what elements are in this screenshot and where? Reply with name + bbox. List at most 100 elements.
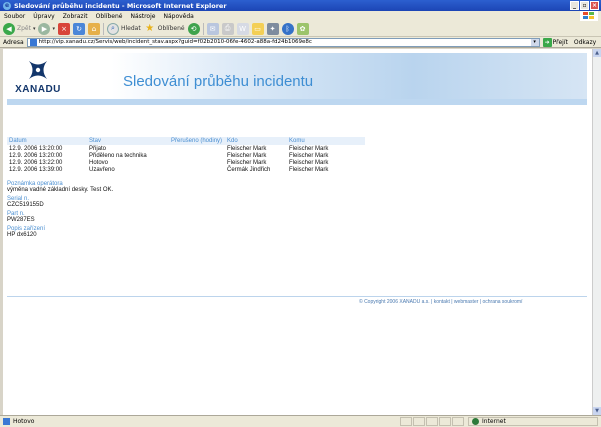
chevron-down-icon: ▾ [32, 25, 36, 32]
refresh-icon[interactable]: ↻ [73, 22, 85, 35]
messenger-icon[interactable]: ✦ [266, 22, 279, 35]
detail-value-note: výměna vadné základní desky. Test OK. [7, 187, 114, 193]
minimize-button[interactable]: _ [570, 1, 579, 10]
status-panels [400, 417, 464, 426]
forward-button[interactable]: ▶ ▾ [38, 22, 55, 35]
incident-table: Datum Stav Přerušeno (hodiny) Kdo Komu 1… [7, 137, 365, 173]
cell-kdo: Fleischer Mark [227, 152, 267, 159]
globe-icon [472, 418, 479, 425]
cell-kdo: Fleischer Mark [227, 159, 267, 166]
logo-text: XANADU [15, 84, 61, 95]
favorites-button[interactable]: ★ Oblíbené [144, 23, 185, 35]
footer-divider [7, 296, 587, 297]
plugin-icon[interactable]: ✿ [296, 22, 309, 35]
cell-stav: Přijato [89, 145, 107, 152]
address-url: http://vip.xanadu.cz/Servis/web/incident… [38, 39, 312, 45]
maximize-button[interactable]: ▫ [580, 1, 589, 10]
chevron-down-icon: ▾ [52, 25, 55, 32]
ie-logo-icon: e [3, 1, 11, 10]
cell-preruseno [169, 145, 225, 152]
cell-komu: Fleischer Mark [289, 159, 329, 166]
cell-stav: Hotovo [89, 159, 109, 166]
bluetooth-icon[interactable]: ᛒ [281, 22, 294, 35]
menu-item-oblibene[interactable]: Oblíbené [96, 13, 123, 20]
back-button[interactable]: ◀ Zpět ▾ [3, 22, 36, 35]
links-button[interactable]: Odkazy [574, 39, 596, 46]
status-panel [400, 417, 412, 426]
incident-details: Poznámka operátora výměna vadné základní… [7, 181, 113, 241]
header-divider [7, 99, 587, 105]
cell-preruseno [169, 166, 225, 173]
windows-logo-icon [580, 11, 598, 21]
cell-komu: Fleischer Mark [289, 152, 329, 159]
page-footer[interactable]: © Copyright 2006 XANADU a.s. | kontakt |… [359, 299, 522, 305]
detail-value-serial: CZC519155D [7, 202, 44, 208]
table-header-row: Datum Stav Přerušeno (hodiny) Kdo Komu [7, 137, 365, 145]
print-icon[interactable]: ⎙ [221, 22, 234, 35]
cell-datum: 12.9. 2006 13:39:00 [9, 166, 63, 173]
star-icon: ★ [145, 23, 155, 34]
address-input[interactable]: http://vip.xanadu.cz/Servis/web/incident… [26, 37, 540, 47]
page-header: XANADU Sledování průběhu incidentu [7, 53, 587, 105]
page-title: Sledování průběhu incidentu [123, 73, 314, 90]
toolbar-separator [103, 22, 104, 35]
status-panel [439, 417, 451, 426]
folder-icon[interactable]: ▭ [251, 22, 264, 35]
column-header-preruseno: Přerušeno (hodiny) [169, 137, 225, 145]
vertical-scrollbar[interactable]: ▲ ▼ [592, 49, 601, 415]
menu-item-upravy[interactable]: Úpravy [33, 13, 54, 20]
detail-value-part: PW287ES [7, 217, 35, 223]
menu-bar: Soubor Úpravy Zobrazit Oblíbené Nástroje… [0, 11, 601, 21]
column-header-komu: Komu [287, 137, 365, 145]
status-text: Hotovo [13, 418, 35, 425]
edit-icon[interactable]: W [236, 22, 249, 35]
cell-komu: Fleischer Mark [289, 145, 329, 152]
search-button[interactable]: ⌕ Hledat [107, 22, 141, 35]
table-row: 12.9. 2006 13:20:00 Přiděleno na technik… [7, 152, 365, 159]
menu-item-soubor[interactable]: Soubor [4, 13, 25, 20]
close-button[interactable]: × [590, 1, 599, 10]
column-header-datum: Datum [7, 137, 87, 145]
menu-item-nastroje[interactable]: Nástroje [130, 13, 155, 20]
address-bar: Adresa http://vip.xanadu.cz/Servis/web/i… [0, 37, 601, 48]
cell-datum: 12.9. 2006 13:20:00 [9, 145, 63, 152]
scroll-down-icon[interactable]: ▼ [593, 407, 601, 415]
table-row: 12.9. 2006 13:20:00 Přijato Fleischer Ma… [7, 145, 365, 152]
cell-stav: Uzavřeno [89, 166, 115, 173]
back-label: Zpět [17, 25, 31, 32]
page-icon [29, 38, 37, 46]
xanadu-logo: XANADU [13, 59, 63, 101]
table-row: 12.9. 2006 13:22:00 Hotovo Fleischer Mar… [7, 159, 365, 166]
menu-item-zobrazit[interactable]: Zobrazit [63, 13, 88, 20]
scroll-up-icon[interactable]: ▲ [593, 49, 601, 57]
cell-kdo: Čermák Jindřich [227, 166, 271, 173]
mail-icon[interactable]: ✉ [206, 22, 219, 35]
window-controls: _ ▫ × [570, 1, 599, 10]
table-row: 12.9. 2006 13:39:00 Uzavřeno Čermák Jind… [7, 166, 365, 173]
status-panel [413, 417, 425, 426]
column-header-stav: Stav [87, 137, 169, 145]
detail-value-device: HP dx6120 [7, 232, 37, 238]
toolbar: ◀ Zpět ▾ ▶ ▾ × ↻ ⌂ ⌕ Hledat ★ Oblíbené ⟲… [0, 21, 601, 37]
favorites-label: Oblíbené [157, 25, 185, 32]
security-zone[interactable]: Internet [468, 417, 598, 426]
home-icon[interactable]: ⌂ [88, 22, 100, 35]
address-label: Adresa [3, 38, 24, 46]
forward-arrow-icon: ▶ [38, 22, 51, 35]
history-icon[interactable]: ⟲ [187, 22, 200, 35]
window-title: Sledování průběhu incidentu - Microsoft … [14, 1, 227, 10]
go-label: Přejít [552, 38, 568, 46]
cell-kdo: Fleischer Mark [227, 145, 267, 152]
cell-komu: Fleischer Mark [289, 166, 329, 173]
status-panel [426, 417, 438, 426]
window-titlebar: e Sledování průběhu incidentu - Microsof… [0, 0, 601, 11]
chevron-down-icon[interactable]: ▾ [530, 38, 539, 46]
back-arrow-icon: ◀ [3, 22, 15, 35]
cell-datum: 12.9. 2006 13:22:00 [9, 159, 63, 166]
page-viewport: XANADU Sledování průběhu incidentu Datum… [3, 49, 592, 415]
go-button[interactable]: ➜ Přejít [542, 37, 568, 47]
stop-icon[interactable]: × [58, 22, 70, 35]
toolbar-separator [202, 22, 204, 35]
xanadu-logo-icon [29, 61, 47, 79]
menu-item-napoveda[interactable]: Nápověda [163, 13, 193, 20]
